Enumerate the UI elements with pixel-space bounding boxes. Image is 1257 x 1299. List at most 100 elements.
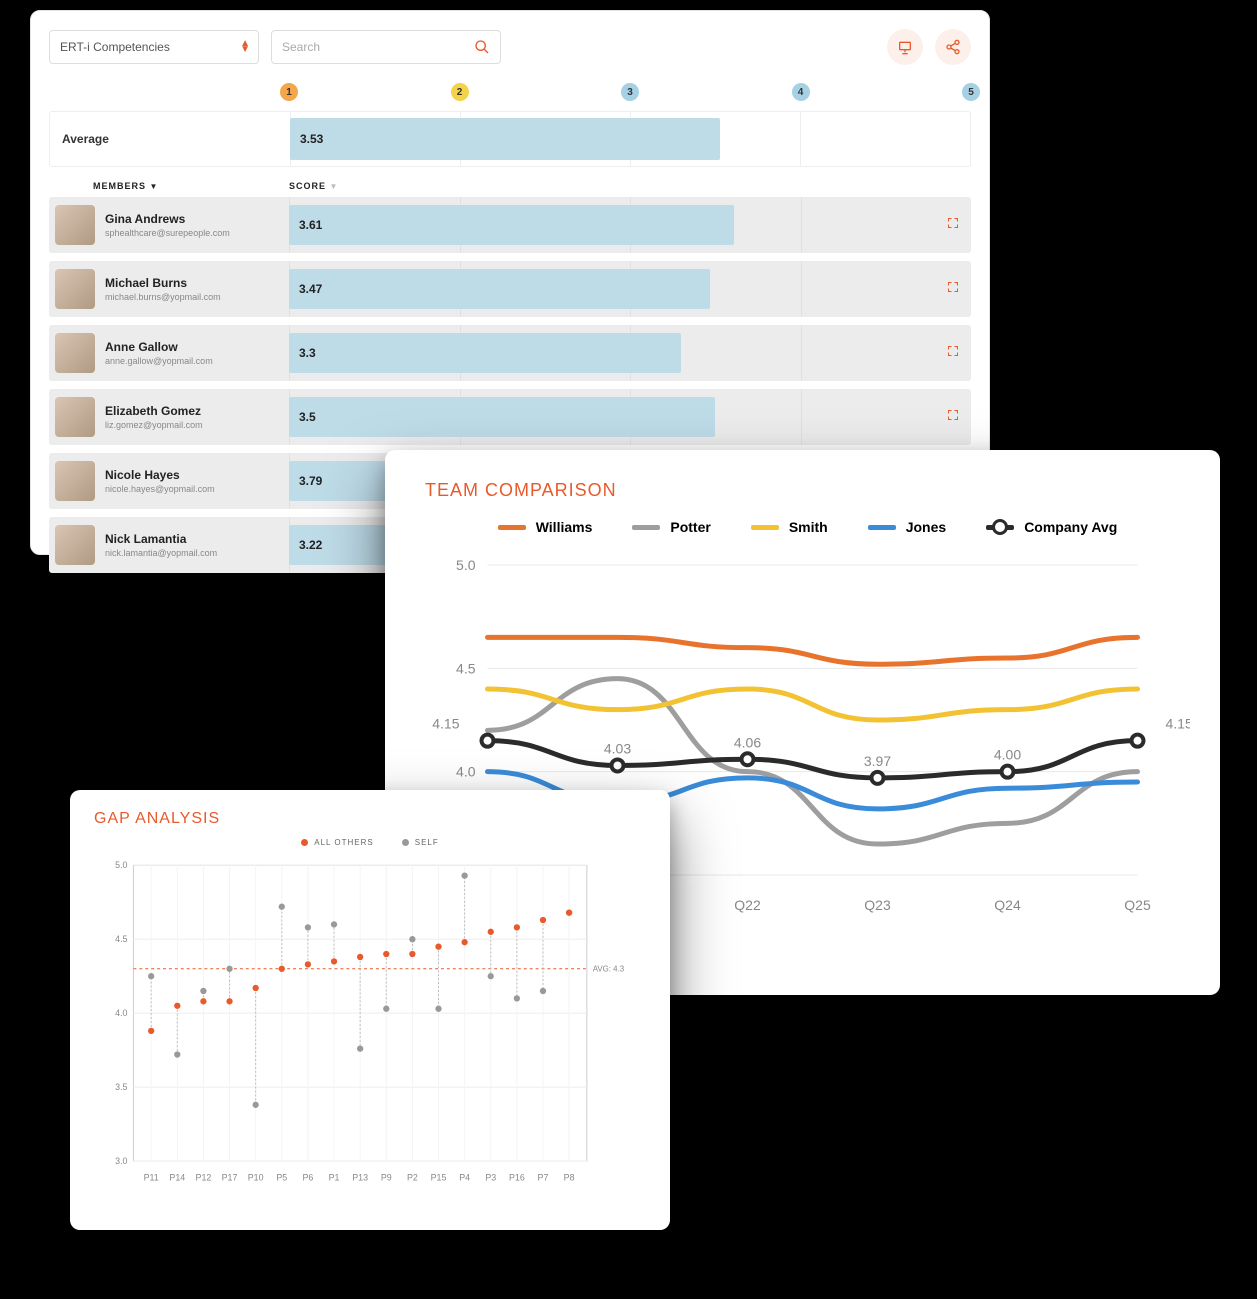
- member-row[interactable]: Elizabeth Gomez liz.gomez@yopmail.com 3.…: [49, 389, 971, 445]
- avatar: [55, 461, 95, 501]
- member-info: Nicole Hayes nicole.hayes@yopmail.com: [49, 453, 289, 509]
- gap-legend: ALL OTHERS SELF: [94, 838, 646, 847]
- svg-text:3.97: 3.97: [864, 753, 891, 769]
- svg-text:P16: P16: [509, 1173, 525, 1183]
- svg-text:Q22: Q22: [734, 897, 761, 913]
- svg-text:4.0: 4.0: [115, 1008, 127, 1018]
- svg-text:5.0: 5.0: [115, 860, 127, 870]
- svg-text:P6: P6: [302, 1173, 313, 1183]
- member-info: Gina Andrews sphealthcare@surepeople.com: [49, 197, 289, 253]
- svg-text:4.5: 4.5: [456, 660, 476, 676]
- legend-potter[interactable]: Potter: [632, 519, 710, 535]
- svg-text:4.15: 4.15: [432, 716, 459, 732]
- average-row: Average 3.53: [49, 111, 971, 167]
- legend-williams[interactable]: Williams: [498, 519, 593, 535]
- member-bar-cell: 3.61: [289, 197, 971, 253]
- gap-scatter-chart: 5.04.54.03.53.0P11P14P12P17P10P5P6P1P13P…: [94, 853, 646, 1193]
- legend-jones[interactable]: Jones: [868, 519, 946, 535]
- member-email: anne.gallow@yopmail.com: [105, 356, 213, 366]
- svg-text:P12: P12: [196, 1173, 212, 1183]
- score-bar: 3.5: [289, 397, 715, 437]
- table-headers: MEMBERS ▼ SCORE ▼: [49, 181, 971, 191]
- swatch-avg-icon: [986, 525, 1014, 530]
- svg-text:P4: P4: [459, 1173, 470, 1183]
- expand-icon[interactable]: [947, 280, 959, 298]
- avatar: [55, 333, 95, 373]
- legend-company-avg[interactable]: Company Avg: [986, 519, 1117, 535]
- svg-text:4.5: 4.5: [115, 934, 127, 944]
- member-bar-cell: 3.47: [289, 261, 971, 317]
- member-email: nick.lamantia@yopmail.com: [105, 548, 217, 558]
- member-bar-cell: 3.3: [289, 325, 971, 381]
- svg-text:P7: P7: [538, 1173, 549, 1183]
- svg-text:4.15: 4.15: [1166, 716, 1191, 732]
- competency-dropdown[interactable]: ERT-i Competencies ▲▼: [49, 30, 259, 64]
- svg-text:P10: P10: [248, 1173, 264, 1183]
- svg-text:5.0: 5.0: [456, 557, 476, 573]
- members-header[interactable]: MEMBERS ▼: [49, 181, 289, 191]
- svg-text:P5: P5: [276, 1173, 287, 1183]
- member-name: Nicole Hayes: [105, 468, 215, 482]
- average-bar: 3.53: [290, 118, 720, 160]
- score-bar: 3.47: [289, 269, 710, 309]
- swatch-icon: [751, 525, 779, 530]
- score-header[interactable]: SCORE ▼: [289, 181, 338, 191]
- svg-text:P15: P15: [431, 1173, 447, 1183]
- member-name: Nick Lamantia: [105, 532, 217, 546]
- legend-self[interactable]: SELF: [402, 838, 439, 847]
- search-input[interactable]: Search: [271, 30, 501, 64]
- share-button[interactable]: [935, 29, 971, 65]
- svg-text:AVG: 4.3: AVG: 4.3: [593, 965, 625, 974]
- avatar: [55, 525, 95, 565]
- expand-icon[interactable]: [947, 344, 959, 362]
- search-icon: [474, 39, 490, 55]
- member-bar-cell: 3.5: [289, 389, 971, 445]
- member-name: Michael Burns: [105, 276, 221, 290]
- sort-icon: ▼: [150, 182, 159, 191]
- member-email: sphealthcare@surepeople.com: [105, 228, 230, 238]
- svg-text:4.03: 4.03: [604, 740, 631, 756]
- expand-icon[interactable]: [947, 216, 959, 234]
- svg-text:Q24: Q24: [994, 897, 1021, 913]
- swatch-icon: [498, 525, 526, 530]
- scale-pip: 2: [451, 83, 469, 101]
- member-email: liz.gomez@yopmail.com: [105, 420, 203, 430]
- legend-smith[interactable]: Smith: [751, 519, 828, 535]
- scale-pip: 1: [280, 83, 298, 101]
- scale-row: 1 2 3 4 5: [41, 83, 979, 103]
- member-info: Anne Gallow anne.gallow@yopmail.com: [49, 325, 289, 381]
- expand-icon[interactable]: [947, 408, 959, 426]
- avatar: [55, 397, 95, 437]
- dot-icon: [402, 839, 409, 846]
- competencies-toolbar: ERT-i Competencies ▲▼ Search: [41, 29, 979, 65]
- member-info: Michael Burns michael.burns@yopmail.com: [49, 261, 289, 317]
- score-bar: 3.61: [289, 205, 734, 245]
- member-row[interactable]: Anne Gallow anne.gallow@yopmail.com 3.3: [49, 325, 971, 381]
- svg-text:Q25: Q25: [1124, 897, 1151, 913]
- scale-pip: 3: [621, 83, 639, 101]
- presentation-icon: [897, 39, 913, 55]
- gap-analysis-card: GAP ANALYSIS ALL OTHERS SELF 5.04.54.03.…: [70, 790, 670, 1230]
- scale-pip: 4: [792, 83, 810, 101]
- member-email: nicole.hayes@yopmail.com: [105, 484, 215, 494]
- member-row[interactable]: Michael Burns michael.burns@yopmail.com …: [49, 261, 971, 317]
- svg-text:P14: P14: [169, 1173, 185, 1183]
- score-bar: 3.3: [289, 333, 681, 373]
- svg-text:Q23: Q23: [864, 897, 891, 913]
- scale-pip: 5: [962, 83, 980, 101]
- sort-icon: ▼: [330, 182, 339, 191]
- svg-text:P8: P8: [564, 1173, 575, 1183]
- svg-text:P3: P3: [485, 1173, 496, 1183]
- member-name: Elizabeth Gomez: [105, 404, 203, 418]
- swatch-icon: [868, 525, 896, 530]
- presentation-button[interactable]: [887, 29, 923, 65]
- svg-text:P13: P13: [352, 1173, 368, 1183]
- svg-text:P17: P17: [222, 1173, 238, 1183]
- svg-text:3.5: 3.5: [115, 1082, 127, 1092]
- member-name: Anne Gallow: [105, 340, 213, 354]
- member-row[interactable]: Gina Andrews sphealthcare@surepeople.com…: [49, 197, 971, 253]
- member-info: Elizabeth Gomez liz.gomez@yopmail.com: [49, 389, 289, 445]
- legend-all-others[interactable]: ALL OTHERS: [301, 838, 374, 847]
- svg-text:P9: P9: [381, 1173, 392, 1183]
- svg-text:4.0: 4.0: [456, 764, 476, 780]
